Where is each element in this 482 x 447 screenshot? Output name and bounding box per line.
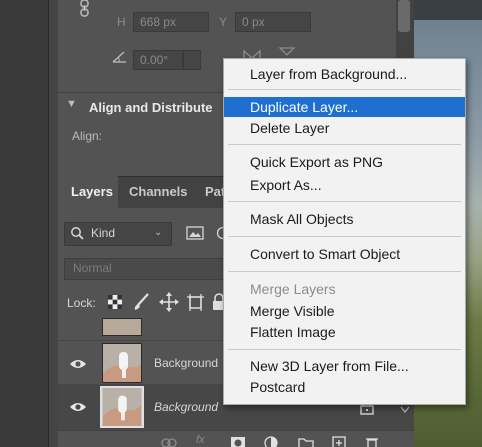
layer-thumbnail [100,386,144,428]
layer-name[interactable]: Background [154,356,218,370]
menu-separator [228,236,461,237]
tab-channels-label[interactable]: Channels [129,184,188,199]
lock-artboard-icon[interactable] [185,291,207,313]
flip-vertical-icon[interactable] [278,46,296,58]
height-label: H [117,15,126,29]
canvas-top-dark [414,0,482,20]
lock-transparent-pixels-icon[interactable] [104,291,126,313]
layer-thumbnail [102,343,142,383]
left-panel-edge [48,0,58,447]
new-group-icon[interactable] [298,436,314,447]
menu-item-merge-visible[interactable]: Merge Visible [224,301,465,321]
angle-dropdown[interactable] [183,50,201,70]
menu-item-convert-smart-object[interactable]: Convert to Smart Object [224,244,465,264]
menu-item-layer-from-background[interactable]: Layer from Background... [224,64,465,84]
menu-item-mask-all-objects[interactable]: Mask All Objects [224,209,465,229]
eye-icon[interactable] [69,401,87,413]
y-field[interactable]: 0 px [235,12,311,32]
chevron-down-icon[interactable]: ▼ [66,98,77,110]
menu-separator [228,201,461,202]
link-chain-icon[interactable] [78,0,92,18]
menu-item-new-3d-layer[interactable]: New 3D Layer from File... [224,356,465,376]
menu-item-flatten-image[interactable]: Flatten Image [224,322,465,342]
align-distribute-title[interactable]: Align and Distribute [89,100,213,115]
new-layer-icon[interactable] [332,436,346,447]
menu-item-postcard[interactable]: Postcard [224,377,465,397]
menu-item-export-as[interactable]: Export As... [224,175,465,195]
link-layers-icon[interactable] [160,436,178,447]
kind-filter-label: Kind [91,226,116,240]
lock-image-pixels-icon[interactable] [131,291,153,313]
lock-label: Lock: [67,296,96,310]
tab-layers-label[interactable]: Layers [71,184,113,199]
layer-thumbnail [102,318,142,336]
menu-item-quick-export-png[interactable]: Quick Export as PNG [224,152,465,172]
angle-field[interactable]: 0.00° [133,50,183,70]
align-label: Align: [72,129,103,143]
menu-separator [228,349,461,350]
menu-separator [228,271,461,272]
y-label: Y [219,15,228,29]
scroll-down-arrow-icon[interactable] [400,404,410,416]
layer-context-menu: Layer from Background... Duplicate Layer… [223,58,466,405]
search-icon [71,227,84,240]
eye-icon[interactable] [69,358,87,370]
fx-icon[interactable]: fx [196,434,205,446]
trash-icon[interactable] [365,436,379,447]
menu-item-merge-layers: Merge Layers [250,281,336,297]
image-filter-icon[interactable] [186,225,204,241]
angle-icon [112,51,126,63]
adjustment-layer-icon[interactable] [264,436,278,447]
menu-separator [228,144,461,145]
chevron-down-icon: ⌄ [154,227,163,238]
blend-mode-label: Normal [73,261,112,275]
add-mask-icon[interactable] [230,436,246,447]
height-field[interactable]: 668 px [133,12,209,32]
lock-position-icon[interactable] [158,291,180,313]
menu-item-delete-layer[interactable]: Delete Layer [224,118,465,138]
menu-separator [228,89,461,90]
menu-item-duplicate-layer[interactable]: Duplicate Layer... [224,97,465,117]
layer-name[interactable]: Background [154,400,218,414]
panel-scrollbar-thumb[interactable] [398,0,410,32]
